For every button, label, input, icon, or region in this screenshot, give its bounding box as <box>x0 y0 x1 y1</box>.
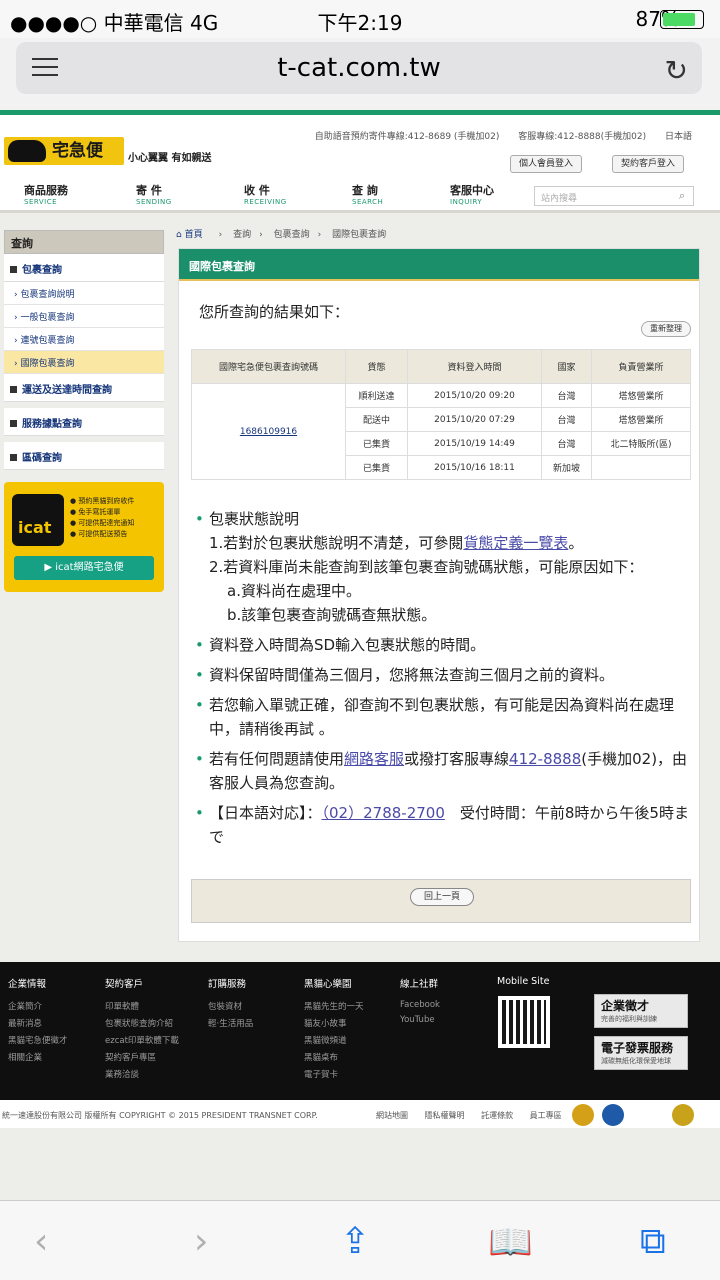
einvoice-seal-icon <box>602 1104 624 1126</box>
member-login-button[interactable]: 個人會員登入 <box>510 155 583 173</box>
nav-sending[interactable]: 寄 件 SENDING <box>136 182 172 206</box>
sidebar: 查詢 包裹查詢 › 包裹查詢說明 › 一般包裹查詢 › 連號包裹查詢 › 國際包… <box>4 230 164 470</box>
share-icon[interactable]: ⇪ <box>340 1221 370 1262</box>
sidebar-item-general[interactable]: › 一般包裹查詢 <box>4 305 164 328</box>
tracking-number-link[interactable]: 1686109916 <box>191 383 346 480</box>
note-processing: 若您輸入單號正確，卻查詢不到包裹狀態，有可能是因為資料尚在處理中，請稍後再試 。 <box>193 693 693 741</box>
sidebar-item-serial[interactable]: › 連號包裹查詢 <box>4 328 164 351</box>
sidebar-item-international[interactable]: › 國際包裹查詢 <box>4 351 164 374</box>
back-bar: 回上一頁 <box>191 879 691 923</box>
sidebar-item-parcel-help[interactable]: › 包裹查詢說明 <box>4 282 164 305</box>
note-japanese: 【日本語対応】：（02）2788-2700 受付時間：午前8時から午後5時まで <box>193 801 693 849</box>
footer-links: 網站地圖 隱私權聲明 託運條款 員工專區 <box>376 1111 562 1120</box>
note-login-time: 資料登入時間為SD輸入包裹狀態的時間。 <box>193 633 693 657</box>
status-definition-link[interactable]: 貨態定義一覽表 <box>463 534 568 552</box>
home-icon[interactable]: ⌂ 首頁 <box>176 230 211 240</box>
top-link-voice[interactable]: 自助語音預約寄件專線:412-8689 (手機加02) <box>315 132 500 142</box>
site-footer: 企業情報 企業簡介 最新消息 黑貓宅急便徵才 相關企業 契約客戶 印單軟體 包裹狀態查詢介紹… <box>0 962 720 1100</box>
qr-code <box>498 996 550 1048</box>
sidebar-section-delivery-time[interactable]: 運送及送達時間查詢 <box>4 374 164 402</box>
nav-search[interactable]: 查 詢 SEARCH <box>352 182 383 206</box>
bookmarks-icon[interactable]: 📖 <box>488 1221 533 1263</box>
col-country: 國家 <box>541 349 592 384</box>
icat-online-button[interactable]: ▶ icat網路宅急便 <box>14 556 154 580</box>
col-time: 資料登入時間 <box>407 349 542 384</box>
search-icon[interactable]: ⌕ <box>679 189 685 203</box>
award-seal-icon <box>572 1104 594 1126</box>
slogan: 小心翼翼 有如親送 <box>128 153 212 164</box>
battery-icon <box>660 10 704 29</box>
footer-col-contract: 契約客戶 印單軟體 包裹狀態查詢介紹 ezcat印單軟體下載 契約客戶專區 業務洽談 <box>105 979 179 1080</box>
sidebar-title: 查詢 <box>4 230 164 254</box>
result-heading: 您所查詢的結果如下： <box>199 303 350 321</box>
web-page: 宅急便 小心翼翼 有如親送 自助語音預約寄件專線:412-8689 (手機加02… <box>0 110 720 1200</box>
top-link-japanese[interactable]: 日本語 <box>665 132 692 142</box>
notes: 包裹狀態說明 1.若對於包裹狀態說明不清楚，可參閱貨態定義一覽表。 2.若資料庫… <box>193 507 693 855</box>
breadcrumb-search[interactable]: 查詢 <box>233 230 251 240</box>
copyright-bar: 統一速達股份有限公司 版權所有 COPYRIGHT © 2015 PRESIDE… <box>0 1100 720 1128</box>
site-search-input[interactable]: 站內搜尋 ⌕ <box>534 186 694 206</box>
result-panel: 國際包裹查詢 您所查詢的結果如下： 重新整理 國際宅急便包裹查詢號碼 貨態 資料… <box>178 248 700 942</box>
e-invoice-banner[interactable]: 電子發票服務 減碳無紙化環保愛地球 <box>594 1036 688 1070</box>
note-contact: 若有任何問題請使用網路客服或撥打客服專線412-8888(手機加02)，由客服人… <box>193 747 693 795</box>
top-links: 自助語音預約寄件專線:412-8689 (手機加02) 客服專線:412-888… <box>299 129 692 142</box>
tcat-logo[interactable]: 宅急便 <box>4 137 124 165</box>
footer-col-company: 企業情報 企業簡介 最新消息 黑貓宅急便徵才 相關企業 <box>8 979 68 1063</box>
icat-features: ● 預約黑貓到府收件 ● 免手寫託運單 ● 可提供配達完通知 ● 可提供配送預告 <box>70 497 135 538</box>
url-text[interactable]: t-cat.com.tw <box>16 53 702 83</box>
tabs-icon[interactable]: ⧉ <box>640 1221 666 1263</box>
col-office: 負責營業所 <box>591 349 691 384</box>
icat-banner[interactable]: icat ● 預約黑貓到府收件 ● 免手寫託運單 ● 可提供配達完通知 ● 可提… <box>4 482 164 592</box>
contract-login-button[interactable]: 契約客戶登入 <box>612 155 685 173</box>
address-bar[interactable]: t-cat.com.tw ↻ <box>16 42 702 94</box>
nav-inquiry[interactable]: 客服中心 INQUIRY <box>450 182 494 206</box>
nav-receiving[interactable]: 收 件 RECEIVING <box>244 182 287 206</box>
footer-col-social: 線上社群 Facebook YouTube <box>400 979 440 1025</box>
site-header: 宅急便 小心翼翼 有如親送 自助語音預約寄件專線:412-8689 (手機加02… <box>0 115 720 210</box>
tracking-table: 國際宅急便包裹查詢號碼 貨態 資料登入時間 國家 負責營業所 168610991… <box>191 349 691 480</box>
header-divider <box>0 210 720 213</box>
breadcrumb-current: 國際包裹查詢 <box>332 230 387 240</box>
panel-title: 國際包裹查詢 <box>179 249 699 281</box>
note-retention: 資料保留時間僅為三個月，您將無法查詢三個月之前的資料。 <box>193 663 693 687</box>
top-link-service[interactable]: 客服專線:412-8888(手機加02) <box>518 132 646 142</box>
nav-service[interactable]: 商品服務 SERVICE <box>24 182 68 206</box>
back-icon[interactable]: ‹ <box>34 1221 48 1262</box>
quality-seal-icon <box>672 1104 694 1126</box>
status-bar: ●●●●○ 中華電信 4G 下午2:19 87% <box>0 0 720 38</box>
copyright-text: 統一速達股份有限公司 版權所有 COPYRIGHT © 2015 PRESIDE… <box>2 1111 318 1120</box>
forward-icon[interactable]: › <box>194 1221 208 1262</box>
footer-col-mobile: Mobile Site <box>497 976 550 987</box>
footer-col-cat: 黑貓心樂園 黑貓先生的一天 貓友小故事 黑貓微頻道 黑貓桌布 電子賀卡 <box>304 979 364 1080</box>
breadcrumb-parcel[interactable]: 包裹查詢 <box>274 230 310 240</box>
safari-toolbar: ‹ › ⇪ 📖 ⧉ <box>0 1200 720 1280</box>
sidebar-section-parcel[interactable]: 包裹查詢 <box>4 254 164 282</box>
col-status: 貨態 <box>345 349 408 384</box>
table-row: 1686109916 順利送達 2015/10/20 09:20 台灣 塔悠營業所 <box>191 383 691 480</box>
black-cat-icon <box>8 140 46 162</box>
sidebar-section-locations[interactable]: 服務據點查詢 <box>4 408 164 436</box>
online-service-link[interactable]: 網路客服 <box>344 750 404 768</box>
note-status-help: 包裹狀態說明 1.若對於包裹狀態說明不清楚，可參閱貨態定義一覽表。 2.若資料庫… <box>193 507 693 627</box>
footer-col-order: 訂購服務 包裝資材 輕‧生活用品 <box>208 979 254 1029</box>
clock: 下午2:19 <box>317 11 403 35</box>
service-phone-link[interactable]: 412-8888 <box>509 750 581 768</box>
refresh-button[interactable]: 重新整理 <box>641 321 691 337</box>
breadcrumb: ⌂ 首頁 › 查詢 › 包裹查詢 › 國際包裹查詢 <box>176 230 387 240</box>
icat-logo: icat <box>12 494 64 546</box>
sidebar-section-area-code[interactable]: 區碼查詢 <box>4 442 164 470</box>
col-tracking: 國際宅急便包裹查詢號碼 <box>191 349 346 384</box>
japanese-phone-link[interactable]: （02）2788-2700 <box>322 804 445 822</box>
back-button[interactable]: 回上一頁 <box>410 888 474 906</box>
reload-icon[interactable]: ↻ <box>665 54 688 87</box>
recruit-banner[interactable]: 企業徵才 完善的福利與訓練 <box>594 994 688 1028</box>
